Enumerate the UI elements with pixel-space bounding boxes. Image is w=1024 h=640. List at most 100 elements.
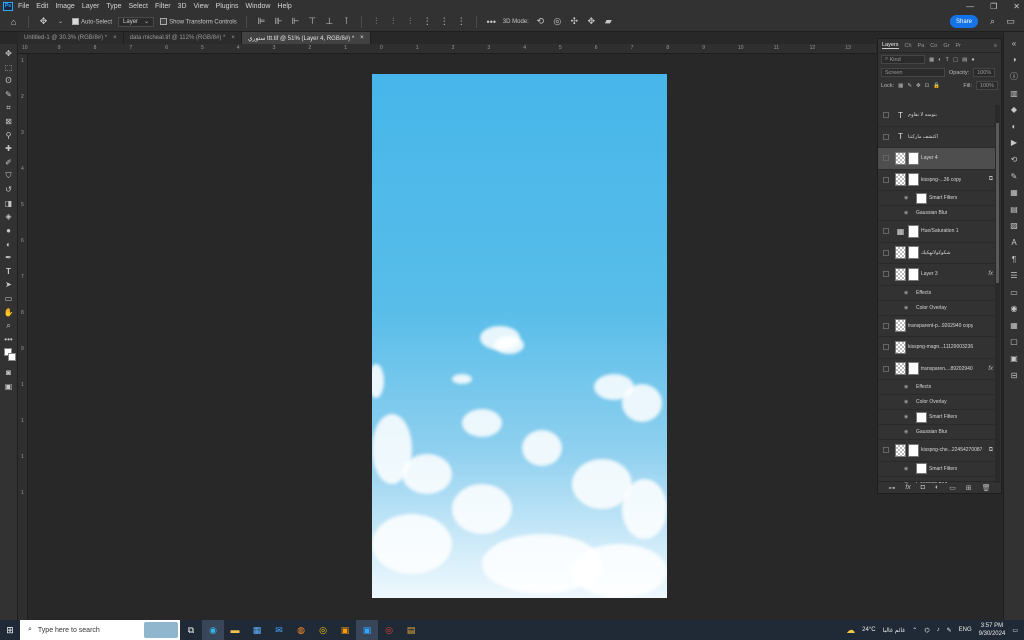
layer-row[interactable]: T اكتشف ماركتنا <box>878 127 996 148</box>
quick-select-tool-icon[interactable]: ✎ <box>3 89 15 101</box>
filter-kind-dropdown[interactable]: ⌕ Kind <box>881 55 925 64</box>
align-bottom-icon[interactable]: ⊺ <box>341 16 352 27</box>
filter-mask-thumbnail[interactable] <box>916 192 927 204</box>
3d-slide-icon[interactable]: ✥ <box>586 16 597 27</box>
color-swatches-icon[interactable] <box>3 347 16 365</box>
adjustments-icon[interactable]: ◐ <box>1008 120 1020 132</box>
clock[interactable]: 3:57 PM 9/30/2024 <box>979 622 1006 638</box>
visibility-toggle-icon[interactable]: ◉ <box>904 195 910 201</box>
tab-color[interactable]: Co <box>930 43 937 49</box>
visibility-toggle-icon[interactable]: ◉ <box>904 384 910 390</box>
patterns-icon[interactable]: ▨ <box>1008 220 1020 232</box>
tab-paths[interactable]: Pa <box>918 43 925 49</box>
filter-pixel-icon[interactable]: ▦ <box>929 57 934 63</box>
menu-view[interactable]: View <box>194 3 209 10</box>
blur-tool-icon[interactable]: ● <box>3 225 15 237</box>
lock-transparent-icon[interactable]: ▦ <box>898 83 903 89</box>
clone-stamp-tool-icon[interactable]: ⛉ <box>3 170 15 182</box>
taskbar-search[interactable]: ⌕ Type here to search <box>20 620 180 640</box>
network-icon[interactable]: ⌬ <box>924 627 929 634</box>
search-icon[interactable]: ⌕ <box>987 16 998 27</box>
close-icon[interactable]: × <box>360 35 364 41</box>
menu-image[interactable]: Image <box>55 3 74 10</box>
libraries-icon[interactable]: ▥ <box>1008 87 1020 99</box>
new-group-icon[interactable]: ▭ <box>949 484 956 492</box>
layer-row[interactable]: T بتوسه لا تقاوم <box>878 105 996 127</box>
add-mask-icon[interactable]: ◘ <box>921 484 925 491</box>
menu-3d[interactable]: 3D <box>178 3 187 10</box>
layer-mask-thumbnail[interactable] <box>908 224 919 238</box>
layer-row[interactable]: ◉ Gaussian Blur <box>878 425 996 440</box>
healing-brush-tool-icon[interactable]: ✚ <box>3 143 15 155</box>
tab-untitled-1[interactable]: Untitled-1 @ 30.3% (RGB/8#) * × <box>18 32 124 44</box>
weather-temp[interactable]: 24°C <box>862 627 875 633</box>
layer-row[interactable]: Layer 3 fx <box>878 264 996 286</box>
maximize-icon[interactable]: ❐ <box>990 2 997 11</box>
workspace-icon[interactable]: ▭ <box>1005 16 1016 27</box>
visibility-toggle-icon[interactable] <box>883 176 889 183</box>
swatches-icon[interactable]: ▦ <box>1008 187 1020 199</box>
menu-plugins[interactable]: Plugins <box>216 3 239 10</box>
3d-icon[interactable]: ◉ <box>1008 303 1020 315</box>
tab-gradients[interactable]: Gr <box>943 43 949 49</box>
distribute-middle-icon[interactable]: ⫶ <box>388 16 399 27</box>
styles-icon[interactable]: ▤ <box>1008 203 1020 215</box>
show-transform-checkbox[interactable]: Show Transform Controls <box>160 17 237 25</box>
layer-row[interactable]: transparent-p...9202940 copy <box>878 316 996 337</box>
3d-scale-icon[interactable]: ▰ <box>603 16 614 27</box>
fx-badge[interactable]: fx <box>988 271 993 277</box>
tab-layers[interactable]: Layers <box>882 42 899 49</box>
layer-row[interactable]: شكوكولاتهكيك <box>878 243 996 264</box>
eraser-tool-icon[interactable]: ◨ <box>3 197 15 209</box>
align-top-icon[interactable]: ⊤ <box>307 16 318 27</box>
layer-row[interactable]: Layer 4 <box>878 148 996 170</box>
navigator-icon[interactable]: ▣ <box>1008 353 1020 365</box>
close-icon[interactable]: × <box>231 35 235 41</box>
glyphs-icon[interactable]: ▭ <box>1008 286 1020 298</box>
lasso-tool-icon[interactable]: ʘ <box>3 75 15 87</box>
illustrator-icon[interactable]: ▣ <box>334 620 356 640</box>
filter-mask-thumbnail[interactable] <box>916 411 927 423</box>
menu-select[interactable]: Select <box>129 3 148 10</box>
windows-start-icon[interactable]: ⊞ <box>0 625 20 636</box>
distribute-left-icon[interactable]: ⋮ <box>422 16 433 27</box>
layer-mask-thumbnail[interactable] <box>908 173 919 187</box>
distribute-bottom-icon[interactable]: ⫶ <box>405 16 416 27</box>
volume-icon[interactable]: ♪ <box>937 627 940 633</box>
visibility-toggle-icon[interactable]: ◉ <box>904 466 910 472</box>
chevron-up-icon[interactable]: ⌃ <box>912 627 917 634</box>
layer-row[interactable]: kisspng-che...22454270087 ⧉ <box>878 440 996 462</box>
visibility-toggle-icon[interactable]: ◉ <box>904 210 910 216</box>
history-icon[interactable]: ⟲ <box>1008 153 1020 165</box>
history-brush-tool-icon[interactable]: ↺ <box>3 184 15 196</box>
actions-icon[interactable]: ▶ <box>1008 137 1020 149</box>
visibility-toggle-icon[interactable] <box>883 322 889 329</box>
tab-channels[interactable]: Ch <box>905 43 912 49</box>
layer-row[interactable]: ◉ Smart Filters <box>878 462 996 477</box>
auto-select-target-dropdown[interactable]: Layer ⌄ <box>118 16 155 27</box>
character-icon[interactable]: A <box>1008 236 1020 248</box>
menu-filter[interactable]: Filter <box>155 3 171 10</box>
move-tool-icon[interactable]: ✥ <box>38 16 49 27</box>
visibility-toggle-icon[interactable] <box>883 271 889 278</box>
dodge-tool-icon[interactable]: ◐ <box>3 238 15 250</box>
media-app-icon[interactable]: ▤ <box>400 620 422 640</box>
align-center-icon[interactable]: ⊪ <box>273 16 284 27</box>
lock-position-icon[interactable]: ✥ <box>916 83 921 89</box>
align-right-icon[interactable]: ⊩ <box>290 16 301 27</box>
layer-mask-thumbnail[interactable] <box>908 443 919 457</box>
paragraph-icon[interactable]: ¶ <box>1008 253 1020 265</box>
crop-tool-icon[interactable]: ⌗ <box>3 102 15 114</box>
visibility-toggle-icon[interactable] <box>883 447 889 454</box>
rectangle-tool-icon[interactable]: ▭ <box>3 292 15 304</box>
layer-thumbnail[interactable] <box>895 151 906 165</box>
filter-shape-icon[interactable]: ▢ <box>953 57 958 63</box>
new-layer-icon[interactable]: ⊞ <box>966 484 972 492</box>
type-tool-icon[interactable]: T <box>3 265 15 277</box>
firefox-icon[interactable]: ◍ <box>290 620 312 640</box>
store-icon[interactable]: ▦ <box>246 620 268 640</box>
chevron-down-icon[interactable]: ⌄ <box>55 16 66 27</box>
align-middle-icon[interactable]: ⊥ <box>324 16 335 27</box>
layer-row[interactable]: transparen....89202940 fx <box>878 359 996 380</box>
distribute-center-icon[interactable]: ⋮ <box>439 16 450 27</box>
